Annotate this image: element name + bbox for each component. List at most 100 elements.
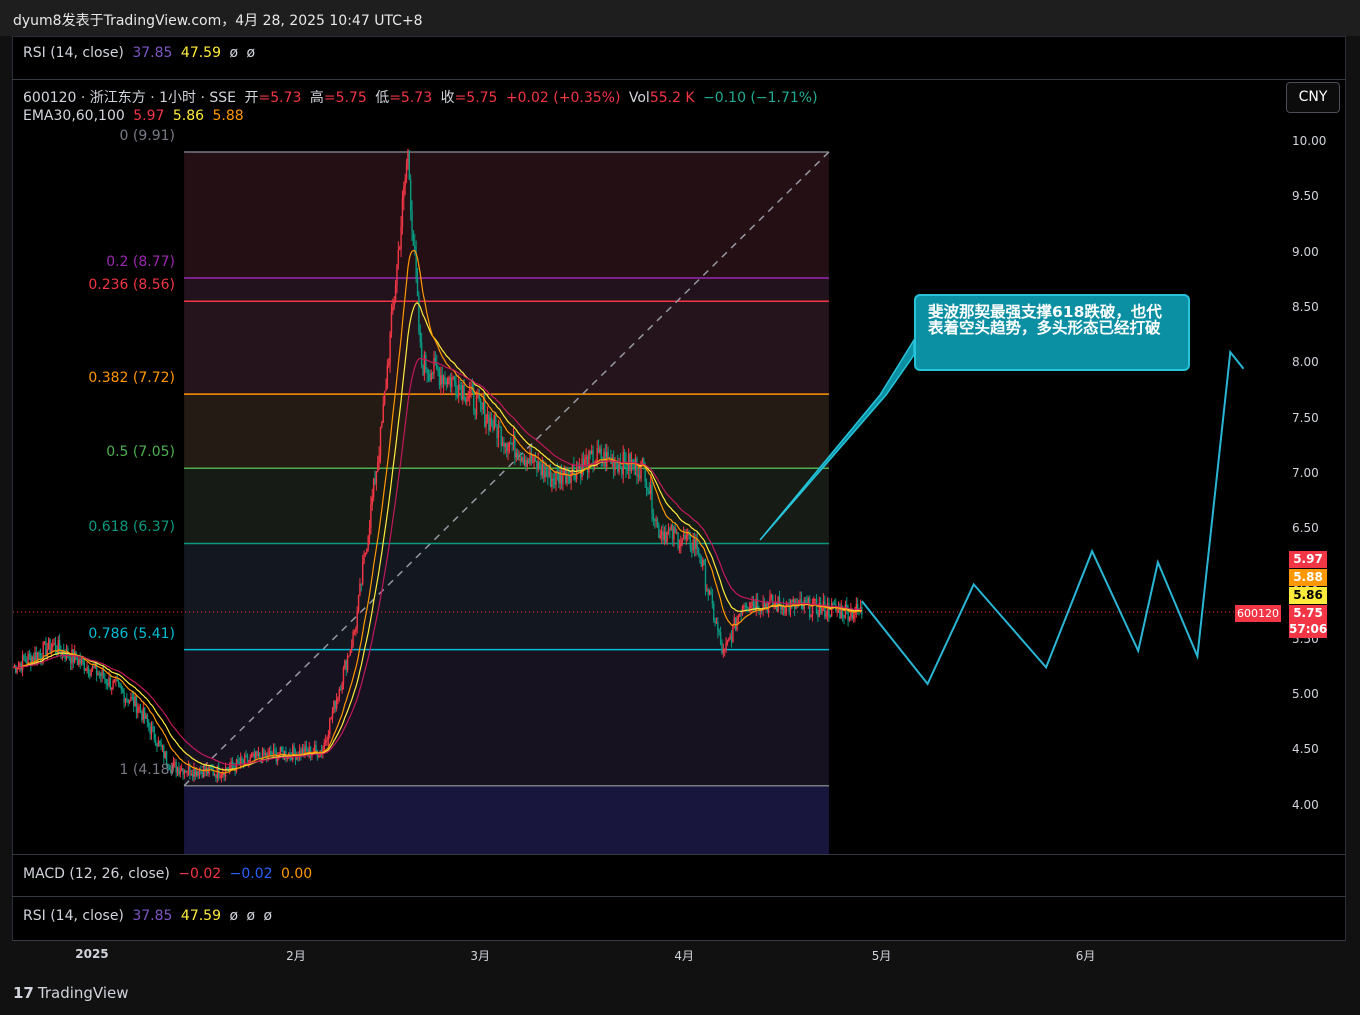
candle-body [313, 745, 316, 753]
candle-body [39, 652, 42, 658]
candle-body [408, 150, 410, 180]
candle-body [431, 372, 434, 374]
candle-body [79, 659, 81, 664]
candle-body [146, 714, 149, 722]
bottom-rsi-legend[interactable]: RSI (14, close) 37.85 47.59 ø ø ø [23, 908, 276, 924]
candle-body [423, 354, 426, 376]
candle-body [200, 770, 202, 772]
candle-body [532, 462, 534, 464]
candle-body [792, 599, 794, 602]
candle-body [545, 470, 548, 476]
candle-body [800, 599, 803, 603]
candle-body [804, 600, 807, 603]
candle-body [497, 426, 500, 439]
price-chart[interactable] [0, 0, 1360, 1015]
candle-body [658, 525, 660, 538]
candle-body [143, 707, 146, 719]
candle-body [135, 696, 138, 713]
candle-body [765, 603, 767, 607]
candle-body [21, 655, 24, 671]
candle-body [253, 753, 256, 759]
candle-body [366, 549, 368, 553]
candle-body [152, 726, 154, 728]
candle-body [368, 527, 371, 537]
price-tick: 9.50 [1292, 189, 1319, 204]
candle-body [674, 527, 677, 533]
candle-body [700, 562, 703, 567]
candle-body [197, 771, 199, 776]
candle-body [374, 478, 376, 484]
candle-body [536, 460, 538, 470]
candle-body [15, 665, 17, 673]
fib-level-label: 1 (4.18) [119, 761, 175, 778]
candle-body [105, 679, 107, 684]
candle-body [577, 467, 579, 469]
candle-body [400, 226, 402, 249]
fib-zone [184, 151, 829, 279]
candle-body [525, 459, 527, 467]
candle-body [462, 385, 464, 400]
candle-body [673, 527, 675, 540]
candle-body [623, 451, 626, 461]
candle-body [427, 373, 430, 375]
price-tick: 10.00 [1292, 134, 1327, 148]
candle-body [596, 448, 598, 462]
candle-body [180, 768, 183, 772]
candle-body [148, 721, 150, 727]
candle-body [511, 443, 513, 445]
candle-body [420, 342, 423, 366]
candle-body [523, 459, 526, 464]
candle-body [344, 660, 346, 668]
candle-body [448, 377, 450, 379]
candle-body [337, 696, 339, 699]
candle-body [649, 484, 652, 495]
tradingview-logo[interactable]: 17 TradingView [13, 984, 129, 1002]
candle-body [707, 589, 709, 596]
candle-body [429, 374, 431, 381]
price-tick: 8.50 [1292, 299, 1319, 314]
candle-body [651, 484, 653, 514]
candle-body [441, 375, 443, 385]
candle-body [769, 597, 771, 602]
candle-body [726, 641, 729, 644]
candle-body [752, 602, 755, 606]
candle-body [372, 478, 375, 498]
candle-body [119, 683, 121, 687]
candle-body [244, 755, 246, 764]
candle-body [389, 332, 391, 363]
candle-body [279, 746, 282, 755]
annotation-callout[interactable]: 斐波那契最强支撑618跌破，也代表着空头趋势，多头形态已经打破 [914, 294, 1190, 371]
candle-body [848, 616, 851, 621]
candle-body [666, 531, 668, 543]
candle-body [723, 648, 726, 650]
candle-body [405, 164, 408, 179]
candle-body [784, 612, 786, 614]
candle-body [74, 651, 76, 663]
candle-body [518, 459, 520, 461]
candle-body [248, 760, 250, 763]
candle-body [411, 211, 413, 232]
macd-legend[interactable]: MACD (12, 26, close) −0.02 −0.02 0.00 [23, 866, 316, 882]
ema100-price-tag: 5.88 [1289, 569, 1327, 586]
candle-body [89, 673, 91, 676]
candle-body [246, 756, 249, 763]
candle-body [185, 770, 187, 773]
candle-body [521, 457, 523, 461]
time-tick: 6月 [1075, 949, 1096, 963]
candle-body [537, 461, 539, 470]
candle-body [364, 552, 367, 556]
candle-body [538, 461, 541, 470]
candle-body [677, 532, 679, 548]
candle-body [359, 583, 361, 596]
candle-body [718, 630, 720, 632]
candle-body [810, 615, 812, 618]
candle-body [663, 531, 666, 541]
candle-body [485, 420, 487, 427]
candle-body [489, 417, 491, 431]
candle-body [241, 757, 243, 761]
candle-body [844, 604, 847, 618]
candle-body [102, 670, 105, 678]
candle-body [504, 443, 506, 447]
time-tick: 3月 [470, 949, 490, 963]
candle-body [830, 602, 833, 617]
